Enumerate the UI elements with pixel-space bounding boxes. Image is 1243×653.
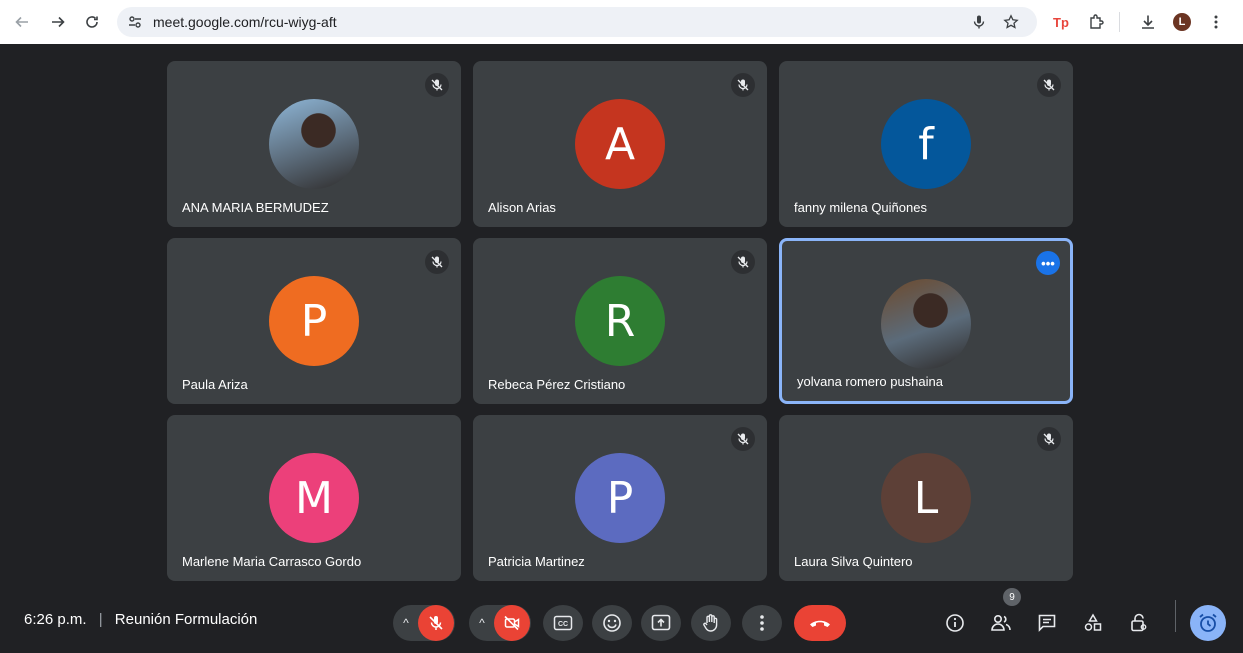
participant-tile[interactable]: R Rebeca Pérez Cristiano [473,238,767,404]
mic-off-icon [429,616,443,630]
participant-avatar: P [269,276,359,366]
participant-name: Rebeca Pérez Cristiano [488,377,626,392]
participant-avatar: P [575,453,665,543]
mic-off-icon [731,250,755,274]
participant-name: Alison Arias [488,200,556,215]
captions-icon: CC [553,615,573,631]
people-icon [991,614,1011,631]
captions-label: CC [558,621,568,628]
participant-avatar: R [575,276,665,366]
bookmark-star-icon[interactable] [1001,12,1021,32]
participant-name: ANA MARIA BERMUDEZ [182,200,329,215]
participant-count-badge: 9 [1003,588,1021,606]
mic-off-icon [1037,73,1061,97]
participant-name: Laura Silva Quintero [794,554,913,569]
meeting-controls-bar: 6:26 p.m. | Reunión Formulación ^ ^ CC [0,585,1243,653]
lock-person-icon [1131,613,1147,632]
camera-off-icon [504,615,520,631]
participant-avatar: A [575,99,665,189]
participant-name: Marlene Maria Carrasco Gordo [182,554,362,569]
browser-menu-icon[interactable] [1205,11,1227,33]
url-text[interactable]: meet.google.com/rcu-wiyg-aft [153,14,337,30]
toolbar-divider [1119,12,1120,32]
participant-tile[interactable]: A Alison Arias [473,61,767,227]
meeting-info: 6:26 p.m. | Reunión Formulación [24,611,257,628]
profile-avatar[interactable]: L [1171,11,1193,33]
mic-off-icon [731,427,755,451]
mic-off-icon [731,73,755,97]
site-settings-icon[interactable] [127,14,143,30]
mic-off-icon [1037,427,1061,451]
back-icon[interactable] [8,8,36,36]
meeting-time: 6:26 p.m. [24,611,87,628]
meeting-separator: | [98,611,103,628]
more-vert-icon [760,615,764,631]
leave-call-button[interactable] [794,605,846,641]
participant-avatar: M [269,453,359,543]
camera-control-group: ^ [469,605,531,641]
controls-divider [1175,600,1176,632]
mic-toggle-button[interactable] [418,605,454,641]
participant-tile[interactable]: P Paula Ariza [167,238,461,404]
meeting-details-button[interactable] [939,607,971,639]
address-bar[interactable]: meet.google.com/rcu-wiyg-aft [117,7,1037,37]
mic-options-chevron-icon[interactable]: ^ [394,616,418,630]
participant-avatar: L [881,453,971,543]
emoji-icon [603,614,621,632]
participant-tile[interactable]: P Patricia Martinez [473,415,767,581]
chat-icon [1038,614,1056,632]
participant-name: fanny milena Quiñones [794,200,927,215]
meeting-stage: ANA MARIA BERMUDEZ A Alison Arias f fanny mi… [6,44,1237,653]
extension-tp-icon[interactable]: Tp [1050,11,1072,33]
activities-button[interactable] [1077,607,1109,639]
profile-initial: L [1173,13,1191,31]
forward-icon[interactable] [44,8,72,36]
extensions-puzzle-icon[interactable] [1085,11,1107,33]
participant-avatar [881,279,971,369]
alarm-clock-icon [1199,613,1217,632]
host-controls-button[interactable] [1123,607,1155,639]
participant-tile[interactable]: ANA MARIA BERMUDEZ [167,61,461,227]
meeting-title: Reunión Formulación [114,611,258,628]
captions-button[interactable]: CC [543,605,583,641]
mic-control-group: ^ [393,605,455,641]
reload-icon[interactable] [78,8,106,36]
camera-toggle-button[interactable] [494,605,530,641]
raise-hand-button[interactable] [691,605,731,641]
download-icon[interactable] [1137,11,1159,33]
timer-button[interactable] [1190,605,1226,641]
emoji-reaction-button[interactable] [592,605,632,641]
participant-tile[interactable]: M Marlene Maria Carrasco Gordo [167,415,461,581]
present-screen-button[interactable] [641,605,681,641]
participant-tile[interactable]: yolvana romero pushaina ••• [779,238,1073,404]
mic-off-icon [425,73,449,97]
present-icon [651,614,671,631]
info-icon [946,614,964,632]
camera-options-chevron-icon[interactable]: ^ [470,616,494,630]
activities-shapes-icon [1084,613,1102,631]
raise-hand-icon [703,614,718,632]
tile-more-options-icon[interactable]: ••• [1036,251,1060,275]
participant-name: Patricia Martinez [488,554,585,569]
microphone-icon[interactable] [969,12,989,32]
leave-call-icon [810,620,830,627]
participant-name: yolvana romero pushaina [797,374,943,389]
people-button[interactable] [985,607,1017,639]
participant-avatar: f [881,99,971,189]
participant-tile[interactable]: L Laura Silva Quintero [779,415,1073,581]
participant-tile[interactable]: f fanny milena Quiñones [779,61,1073,227]
participant-avatar [269,99,359,189]
chat-button[interactable] [1031,607,1063,639]
more-options-button[interactable] [742,605,782,641]
browser-toolbar: meet.google.com/rcu-wiyg-aft Tp L [0,0,1243,44]
mic-off-icon [425,250,449,274]
participant-name: Paula Ariza [182,377,248,392]
